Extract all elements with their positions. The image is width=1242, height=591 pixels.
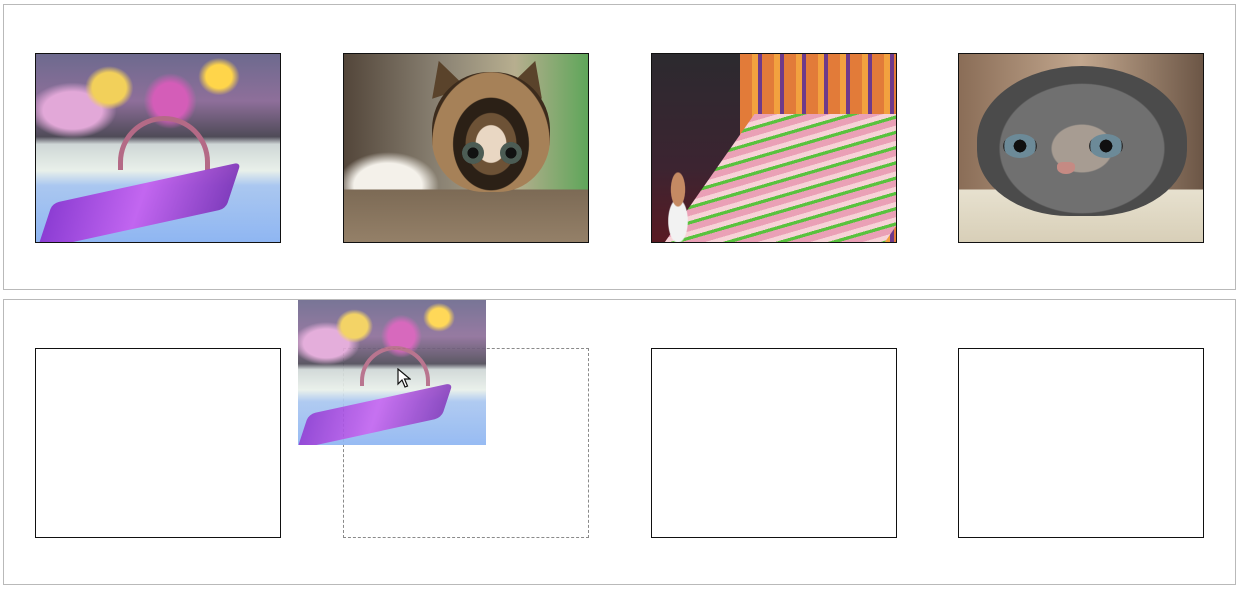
source-image-slot-2[interactable] bbox=[343, 53, 589, 243]
gray-kitten-eye-right bbox=[1089, 134, 1123, 158]
source-image-slot-1[interactable] bbox=[35, 53, 281, 243]
kitten-image[interactable] bbox=[344, 54, 588, 242]
dome-shape bbox=[118, 116, 210, 170]
drop-slot-1[interactable] bbox=[35, 348, 281, 538]
gray-kitten-image[interactable] bbox=[959, 54, 1203, 242]
boat-shape bbox=[37, 162, 241, 242]
child-figure bbox=[656, 172, 696, 242]
gray-kitten-eye-left bbox=[1003, 134, 1037, 158]
stadium-stairs-image[interactable] bbox=[652, 54, 896, 242]
drop-slot-3[interactable] bbox=[651, 348, 897, 538]
source-images-panel bbox=[3, 4, 1236, 290]
kitten-eye-left bbox=[462, 142, 484, 164]
source-image-slot-4[interactable] bbox=[958, 53, 1204, 243]
fantasy-boat-image[interactable] bbox=[36, 54, 280, 242]
source-image-slot-3[interactable] bbox=[651, 53, 897, 243]
fantasy-boat-image[interactable] bbox=[298, 300, 486, 445]
image-matching-workspace bbox=[0, 0, 1242, 591]
target-drop-panel bbox=[3, 299, 1236, 585]
kitten-eye-right bbox=[500, 142, 522, 164]
kitten-head bbox=[432, 72, 550, 192]
dome-shape bbox=[360, 346, 430, 386]
drop-slot-4[interactable] bbox=[958, 348, 1204, 538]
boat-shape bbox=[298, 382, 453, 445]
gray-kitten-nose bbox=[1057, 162, 1075, 174]
arrow-cursor-icon bbox=[397, 368, 411, 388]
dragging-image-ghost[interactable] bbox=[298, 300, 486, 445]
